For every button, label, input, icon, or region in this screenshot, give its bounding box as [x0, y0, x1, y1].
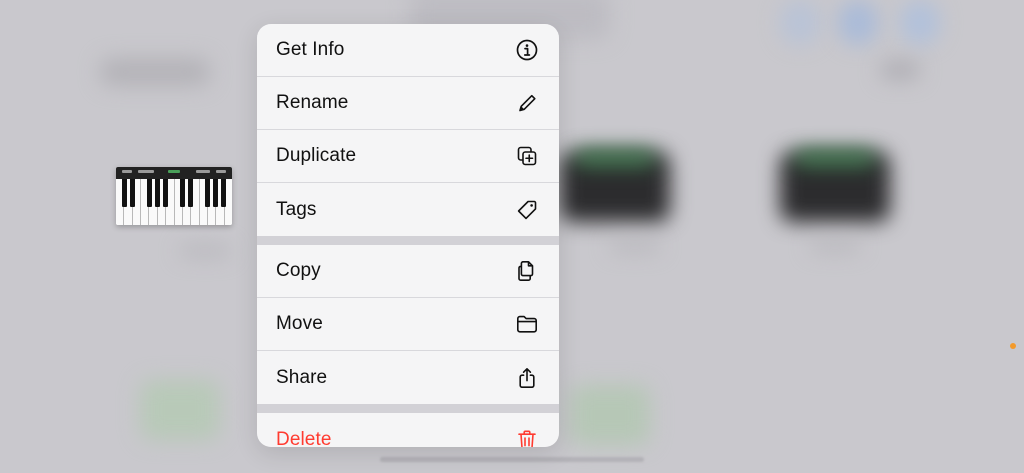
menu-group-destructive: Delete	[257, 413, 559, 447]
blurred-sort-control	[880, 60, 920, 80]
menu-item-label: Duplicate	[276, 145, 357, 166]
tag-icon	[515, 198, 539, 222]
menu-item-label: Share	[276, 366, 328, 388]
blurred-toolbar-button	[900, 0, 940, 45]
piano-control-strip	[116, 167, 232, 179]
menu-item-rename[interactable]: Rename	[257, 77, 559, 130]
menu-item-label: Move	[276, 313, 323, 334]
pencil-icon	[515, 91, 539, 115]
menu-group-separator	[257, 404, 559, 413]
menu-item-label: Tags	[276, 198, 317, 220]
share-icon	[515, 366, 539, 390]
home-indicator	[380, 457, 644, 462]
menu-item-label: Get Info	[276, 39, 345, 60]
blurred-toolbar-button	[838, 0, 878, 45]
status-dot	[1010, 343, 1016, 349]
menu-item-tags[interactable]: Tags	[257, 183, 559, 236]
menu-item-copy[interactable]: Copy	[257, 245, 559, 298]
blurred-file-thumbnail-accent	[575, 150, 655, 166]
menu-item-label: Delete	[276, 428, 332, 448]
blurred-file-name	[610, 240, 660, 252]
menu-item-move[interactable]: Move	[257, 298, 559, 351]
blurred-file-thumbnail	[140, 380, 220, 440]
context-menu: Get Info Rename Duplicate Tags Copy Move…	[257, 24, 559, 447]
menu-group-actions: Copy Move Share	[257, 245, 559, 404]
blurred-file-thumbnail	[570, 385, 650, 445]
duplicate-icon	[515, 144, 539, 168]
piano-keyboard-icon[interactable]	[116, 167, 232, 225]
menu-item-delete[interactable]: Delete	[257, 413, 559, 447]
menu-item-share[interactable]: Share	[257, 351, 559, 404]
info-circle-icon	[515, 38, 539, 62]
trash-icon	[515, 428, 539, 447]
blurred-file-name	[180, 245, 230, 257]
menu-item-label: Copy	[276, 260, 321, 281]
copy-documents-icon	[515, 259, 539, 283]
folder-icon	[515, 312, 539, 336]
blurred-header	[100, 58, 210, 86]
menu-item-label: Rename	[276, 92, 349, 113]
menu-item-get-info[interactable]: Get Info	[257, 24, 559, 77]
blurred-file-name	[810, 240, 860, 252]
blurred-file-thumbnail-accent	[795, 150, 875, 166]
menu-group-info: Get Info Rename Duplicate Tags	[257, 24, 559, 236]
blurred-toolbar-button	[780, 0, 820, 45]
menu-group-separator	[257, 236, 559, 245]
menu-item-duplicate[interactable]: Duplicate	[257, 130, 559, 183]
